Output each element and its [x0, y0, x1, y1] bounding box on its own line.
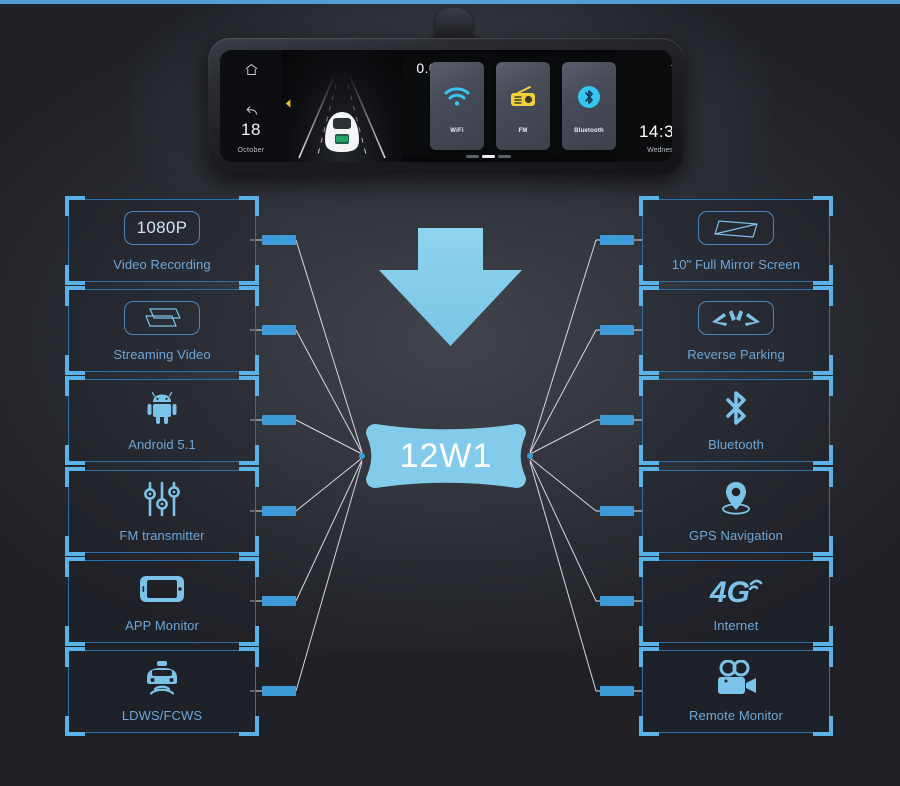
clock-time: 14:35: [638, 122, 672, 141]
page-dot[interactable]: [498, 155, 511, 158]
resolution-1080p-icon: 1080P: [69, 208, 255, 248]
feature-label: GPS Navigation: [689, 528, 783, 543]
feature-label: Remote Monitor: [689, 708, 783, 723]
app-tile-label: Bluetooth: [574, 128, 604, 134]
feature-label: Bluetooth: [708, 437, 764, 452]
lane-view-graphic: [298, 73, 386, 159]
feature-card-reverse-parking[interactable]: Reverse Parking: [639, 286, 833, 375]
feature-label: Android 5.1: [128, 437, 196, 452]
icon-box: 1080P: [124, 211, 200, 245]
icon-box: [698, 301, 774, 335]
feature-label: Reverse Parking: [687, 347, 785, 362]
gps-pin-icon: [643, 479, 829, 519]
signal-icon: [671, 58, 672, 67]
app-tile-bluetooth[interactable]: Bluetooth: [562, 62, 616, 150]
wifi-icon: [443, 86, 471, 113]
feature-card-remote-monitor[interactable]: Remote Monitor: [639, 647, 833, 736]
feature-label: Video Recording: [113, 257, 211, 272]
feature-card-bluetooth[interactable]: Bluetooth: [639, 376, 833, 465]
center-badge: 12W1: [362, 420, 530, 492]
screen-right-panel: 14:35 Wednesday: [616, 50, 672, 162]
4g-text: 4G: [709, 576, 750, 608]
streaming-video-icon: [69, 298, 255, 338]
feature-label: FM transmitter: [119, 528, 205, 543]
bluetooth-icon: [643, 388, 829, 428]
top-accent-bar: [0, 0, 900, 4]
feature-card-internet[interactable]: 4G Internet: [639, 557, 833, 646]
status-icons: [671, 58, 672, 105]
app-tile-label: FM: [518, 128, 528, 134]
mirror-body: 18 October 0.0 WiFi FM Bluetooth 14:3 We…: [208, 38, 684, 174]
feature-label: Internet: [713, 618, 759, 633]
feature-label: 10" Full Mirror Screen: [671, 257, 801, 272]
mirror-screen: 18 October 0.0 WiFi FM Bluetooth 14:3 We…: [220, 50, 672, 162]
feature-label: APP Monitor: [125, 618, 199, 633]
feature-card-gps-navigation[interactable]: GPS Navigation: [639, 467, 833, 556]
app-tile-wifi[interactable]: WiFi: [430, 62, 484, 150]
screen-road-view: 0.0km/h: [282, 50, 458, 162]
screen-app-tiles: WiFi FM Bluetooth: [402, 50, 616, 162]
radio-icon: [509, 85, 537, 113]
app-tile-fm[interactable]: FM: [496, 62, 550, 150]
feature-card-ldws-fcws[interactable]: LDWS/FCWS: [65, 647, 259, 736]
4g-signal-icon: 4G: [643, 569, 829, 609]
page-dot[interactable]: [466, 155, 479, 158]
clock-weekday: Wednesday: [647, 147, 672, 154]
car-sensor-icon: [69, 659, 255, 699]
home-icon[interactable]: [244, 62, 259, 82]
date-month: October: [237, 147, 265, 154]
feature-card-streaming-video[interactable]: Streaming Video: [65, 286, 259, 375]
feature-card-app-monitor[interactable]: APP Monitor: [65, 557, 259, 646]
badge-label: 12W1: [399, 436, 493, 475]
smartphone-icon: [69, 569, 255, 609]
down-arrow-icon: [379, 228, 522, 346]
date-day: 18: [241, 120, 261, 139]
feature-card-android[interactable]: Android 5.1: [65, 376, 259, 465]
icon-box: [124, 301, 200, 335]
page-indicator: [466, 155, 511, 158]
feature-label: Streaming Video: [113, 347, 211, 362]
sliders-icon: [69, 479, 255, 519]
mirror-screen-icon: [643, 208, 829, 248]
rearview-mirror-dash-cam: 18 October 0.0 WiFi FM Bluetooth 14:3 We…: [196, 8, 696, 186]
feature-card-video-recording[interactable]: 1080P Video Recording: [65, 196, 259, 285]
infographic-canvas: 18 October 0.0 WiFi FM Bluetooth 14:3 We…: [0, 0, 900, 786]
feature-label: LDWS/FCWS: [121, 708, 203, 723]
feature-card-full-mirror-screen[interactable]: 10" Full Mirror Screen: [639, 196, 833, 285]
feature-card-fm-transmitter[interactable]: FM transmitter: [65, 467, 259, 556]
app-tile-label: WiFi: [450, 128, 464, 134]
android-robot-icon: [69, 388, 255, 428]
parking-guide-icon: [643, 298, 829, 338]
icon-box: [698, 211, 774, 245]
bluetooth-icon: [577, 85, 601, 114]
video-camera-icon: [643, 659, 829, 699]
screen-left-panel: 18 October: [220, 50, 282, 162]
page-dot-active[interactable]: [482, 155, 495, 158]
